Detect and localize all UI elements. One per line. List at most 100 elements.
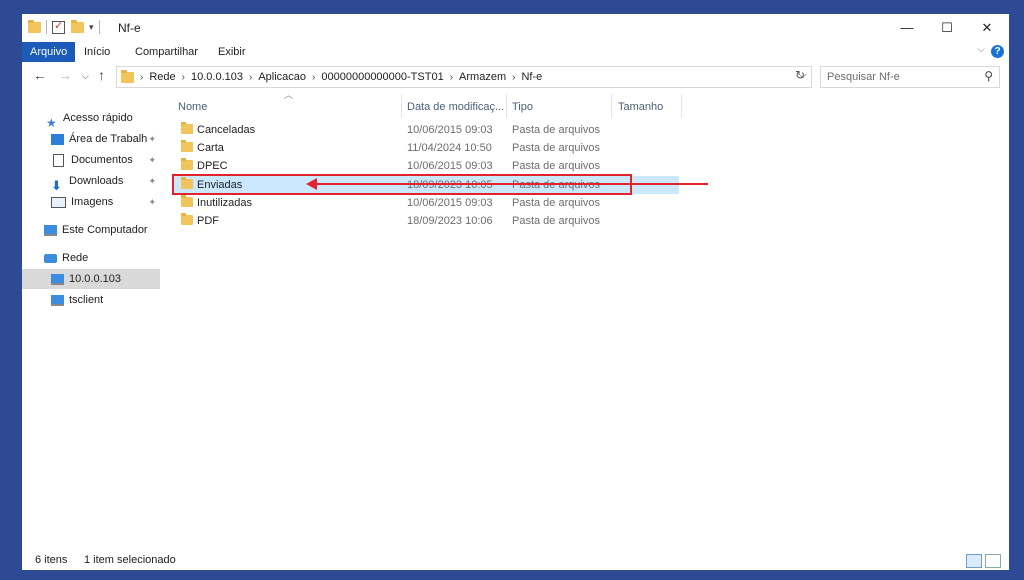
column-header-data[interactable]: Data de modificaç... [407, 96, 504, 118]
file-date: 10/06/2015 09:03 [407, 160, 493, 172]
close-button[interactable]: ✕ [967, 16, 1007, 40]
tab-exibir[interactable]: Exibir [218, 42, 246, 62]
file-type: Pasta de arquivos [512, 124, 601, 136]
search-box[interactable]: Pesquisar Nf-e ⚲ [820, 66, 1000, 88]
sidebar-item-label: Rede [62, 252, 89, 264]
column-divider[interactable] [401, 94, 402, 118]
recent-locations-icon[interactable]: ⌵ [82, 71, 89, 82]
window-title: Nf-e [118, 21, 141, 35]
refresh-icon[interactable]: ↻ [795, 68, 805, 82]
sidebar-item-este-computador[interactable]: Este Computador [44, 220, 160, 240]
column-divider[interactable] [611, 94, 612, 118]
chevron-right-icon[interactable]: › [249, 72, 252, 83]
file-type: Pasta de arquivos [512, 197, 601, 209]
chevron-right-icon[interactable]: › [450, 72, 453, 83]
title-bar: ▾ Nf-e — ☐ ✕ [22, 14, 1009, 42]
back-arrow-icon[interactable]: ← [33, 67, 47, 83]
address-bar[interactable]: › Rede › 10.0.0.103 › Aplicacao › 000000… [116, 66, 812, 88]
file-row[interactable]: Canceladas 10/06/2015 09:03 Pasta de arq… [174, 121, 679, 139]
maximize-button[interactable]: ☐ [927, 16, 967, 40]
navigation-bar: ← → ⌵ ↑ › Rede › 10.0.0.103 › Aplicacao … [22, 64, 1009, 90]
details-view-icon[interactable] [966, 554, 982, 568]
ribbon-tabs: Arquivo Início Compartilhar Exibir ⌵ ? [22, 42, 1009, 62]
download-icon: ⬇ [51, 177, 62, 193]
breadcrumb-nfe[interactable]: Nf-e [521, 71, 542, 83]
sidebar-item-label: Downloads [69, 175, 124, 187]
column-divider[interactable] [681, 94, 682, 118]
sidebar-item-label: Acesso rápido [63, 112, 133, 124]
file-date: 11/04/2024 10:50 [407, 142, 492, 154]
properties-icon[interactable] [52, 19, 65, 34]
forward-arrow-icon[interactable]: → [58, 67, 72, 83]
selection-count: 1 item selecionado [84, 554, 176, 566]
sidebar-item-label: Documentos [71, 154, 133, 166]
file-date: 10/06/2015 09:03 [407, 197, 493, 209]
computer-icon [44, 224, 57, 236]
breadcrumb-armazem[interactable]: Armazem [459, 71, 506, 83]
folder-icon [181, 195, 193, 207]
file-row[interactable]: DPEC 10/06/2015 09:03 Pasta de arquivos [174, 157, 679, 175]
breadcrumb-company[interactable]: 00000000000000-TST01 [321, 71, 443, 83]
chevron-down-icon[interactable]: ⌵ [977, 44, 985, 55]
file-row[interactable]: PDF 18/09/2023 10:06 Pasta de arquivos [174, 212, 679, 230]
item-count: 6 itens [35, 554, 68, 566]
file-name: Inutilizadas [197, 197, 253, 209]
breadcrumb-host[interactable]: 10.0.0.103 [191, 71, 243, 83]
sidebar-item-imagens[interactable]: Imagens ✦ [51, 192, 160, 212]
sidebar-item-downloads[interactable]: ⬇ Downloads ✦ [51, 171, 160, 193]
file-name: Canceladas [197, 124, 256, 136]
pin-icon[interactable]: ✦ [148, 192, 156, 212]
folder-icon [121, 69, 134, 83]
chevron-right-icon[interactable]: › [312, 72, 315, 83]
folder-icon [181, 213, 193, 225]
explorer-window: ▾ Nf-e — ☐ ✕ Arquivo Início Compartilhar… [22, 14, 1009, 570]
sidebar-item-area-de-trabalho[interactable]: Área de Trabalho ✦ [51, 129, 160, 149]
folder-icon [181, 122, 193, 134]
file-row[interactable]: Inutilizadas 10/06/2015 09:03 Pasta de a… [174, 194, 679, 212]
column-header-tamanho[interactable]: Tamanho [618, 96, 663, 118]
file-row[interactable]: Carta 11/04/2024 10:50 Pasta de arquivos [174, 139, 679, 157]
chevron-right-icon[interactable]: › [512, 72, 515, 83]
breadcrumb-aplicacao[interactable]: Aplicacao [258, 71, 306, 83]
sidebar-item-rede[interactable]: Rede [44, 248, 160, 268]
folder-icon [181, 158, 193, 170]
file-date: 18/09/2023 10:06 [407, 215, 493, 227]
file-type: Pasta de arquivos [512, 215, 601, 227]
column-header-tipo[interactable]: Tipo [512, 96, 533, 118]
search-input[interactable]: Pesquisar Nf-e [827, 71, 900, 83]
file-date: 10/06/2015 09:03 [407, 124, 493, 136]
up-arrow-icon[interactable]: ↑ [98, 67, 105, 83]
tab-inicio[interactable]: Início [84, 42, 110, 62]
file-name: DPEC [197, 160, 228, 172]
search-icon[interactable]: ⚲ [984, 69, 993, 83]
new-folder-icon[interactable] [71, 19, 84, 33]
sidebar-item-tsclient[interactable]: tsclient [51, 290, 160, 310]
breadcrumb-rede[interactable]: Rede [149, 71, 175, 83]
file-type: Pasta de arquivos [512, 142, 601, 154]
file-name: Carta [197, 142, 224, 154]
monitor-icon [51, 294, 64, 306]
chevron-right-icon[interactable]: › [182, 72, 185, 83]
desktop-icon [51, 133, 64, 145]
sidebar-item-label: Este Computador [62, 224, 148, 236]
column-header-nome[interactable]: Nome [178, 96, 207, 118]
chevron-right-icon: › [140, 71, 144, 83]
sidebar-item-documentos[interactable]: Documentos ✦ [51, 150, 160, 170]
column-divider[interactable] [506, 94, 507, 118]
customize-toolbar-icon[interactable]: ▾ [89, 22, 94, 33]
network-icon [44, 253, 57, 263]
pin-icon[interactable]: ✦ [148, 150, 156, 170]
sidebar-item-label: tsclient [69, 294, 104, 306]
large-icons-view-icon[interactable] [985, 554, 1001, 568]
sidebar-item-host[interactable]: 10.0.0.103 [22, 269, 160, 289]
pin-icon[interactable]: ✦ [148, 171, 156, 191]
navigation-pane: ★ Acesso rápido Área de Trabalho ✦ Docum… [22, 96, 160, 546]
help-icon[interactable]: ? [991, 45, 1004, 58]
tab-compartilhar[interactable]: Compartilhar [135, 42, 198, 62]
minimize-button[interactable]: — [887, 16, 927, 40]
tab-arquivo[interactable]: Arquivo [22, 42, 76, 62]
pin-icon[interactable]: ✦ [148, 129, 156, 149]
sidebar-item-acesso-rapido[interactable]: ★ Acesso rápido [46, 108, 160, 130]
monitor-icon [51, 273, 64, 285]
status-bar: 6 itens 1 item selecionado [22, 550, 1009, 570]
